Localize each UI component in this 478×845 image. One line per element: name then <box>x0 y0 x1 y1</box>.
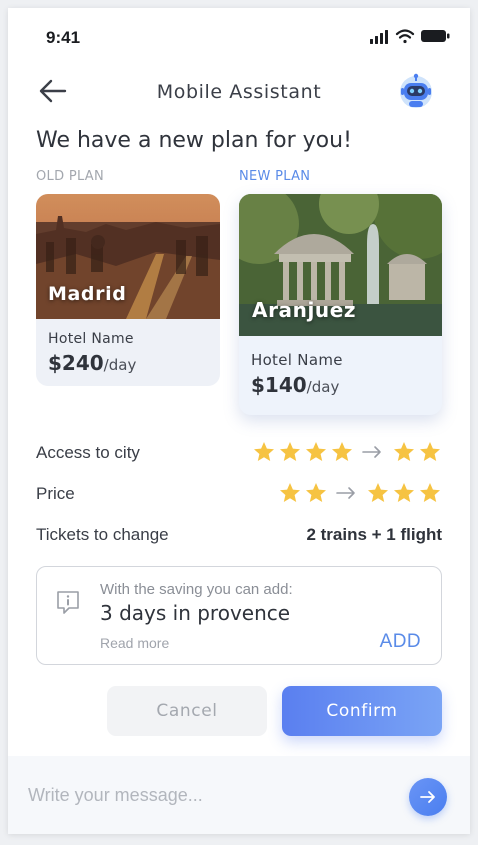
page-headline: We have a new plan for you! <box>36 128 352 153</box>
new-plan-city: Aranjuez <box>252 298 357 322</box>
saving-intro: With the saving you can add: <box>100 581 293 598</box>
old-plan-label: OLD PLAN <box>36 169 105 184</box>
arrow-right-icon <box>336 487 355 499</box>
info-icon <box>57 591 79 614</box>
star-icon <box>368 483 388 502</box>
rating-change <box>250 440 442 464</box>
comparison-label: Price <box>36 484 75 503</box>
battery-icon <box>421 30 450 42</box>
new-plan-hotel: Hotel Name <box>251 351 343 369</box>
status-time: 9:41 <box>46 28 81 47</box>
status-bar: 9:41 <box>8 8 470 68</box>
star-icon <box>420 442 440 461</box>
arrow-right-icon <box>420 791 435 803</box>
message-input[interactable] <box>28 780 388 810</box>
tickets-value-wrap: 2 trains + 1 flight <box>306 522 442 545</box>
new-plan-label: NEW PLAN <box>239 169 311 184</box>
old-plan-city: Madrid <box>48 283 127 305</box>
star-icon <box>280 442 300 461</box>
star-icon <box>254 442 274 461</box>
send-button[interactable] <box>409 778 447 816</box>
read-more-link[interactable]: Read more <box>100 635 169 651</box>
rating-change <box>276 481 442 505</box>
comparison-row-price: Price <box>36 479 442 509</box>
old-plan-hotel: Hotel Name <box>48 331 134 347</box>
phone-screen: 9:41 Mobile Assistant We have a new plan… <box>8 8 470 834</box>
star-icon <box>394 483 414 502</box>
saving-offer: 3 days in provence <box>100 601 291 625</box>
star-icon <box>280 483 300 502</box>
robot-icon[interactable] <box>398 73 434 109</box>
comparison-row-access: Access to city <box>36 438 442 468</box>
status-icons <box>370 29 450 44</box>
new-plan-price: $140/day <box>251 373 339 397</box>
arrow-right-icon <box>362 446 381 458</box>
confirm-button[interactable]: Confirm <box>282 686 442 736</box>
new-plan-price-amount: $140 <box>251 373 307 397</box>
saving-suggestion-box: With the saving you can add: 3 days in p… <box>36 566 442 665</box>
tickets-value: 2 trains + 1 flight <box>306 525 442 544</box>
old-plan-price-unit: /day <box>103 356 137 374</box>
cancel-button[interactable]: Cancel <box>107 686 267 736</box>
old-plan-price-amount: $240 <box>48 351 104 375</box>
star-icon <box>306 442 326 461</box>
old-plan-card[interactable]: Madrid Hotel Name $240/day <box>36 194 220 386</box>
app-header: Mobile Assistant <box>8 68 470 114</box>
message-composer <box>8 756 470 834</box>
star-icon <box>420 483 440 502</box>
new-plan-card[interactable]: Aranjuez Hotel Name $140/day <box>239 194 442 415</box>
star-icon <box>332 442 352 461</box>
comparison-label: Tickets to change <box>36 525 169 544</box>
star-icon <box>394 442 414 461</box>
add-button[interactable]: ADD <box>380 631 421 653</box>
wifi-icon <box>395 29 415 44</box>
new-plan-price-unit: /day <box>306 378 340 396</box>
comparison-row-tickets: Tickets to change 2 trains + 1 flight <box>36 520 442 550</box>
star-icon <box>306 483 326 502</box>
old-plan-price: $240/day <box>48 351 136 375</box>
comparison-label: Access to city <box>36 443 140 462</box>
signal-icon <box>370 30 388 44</box>
